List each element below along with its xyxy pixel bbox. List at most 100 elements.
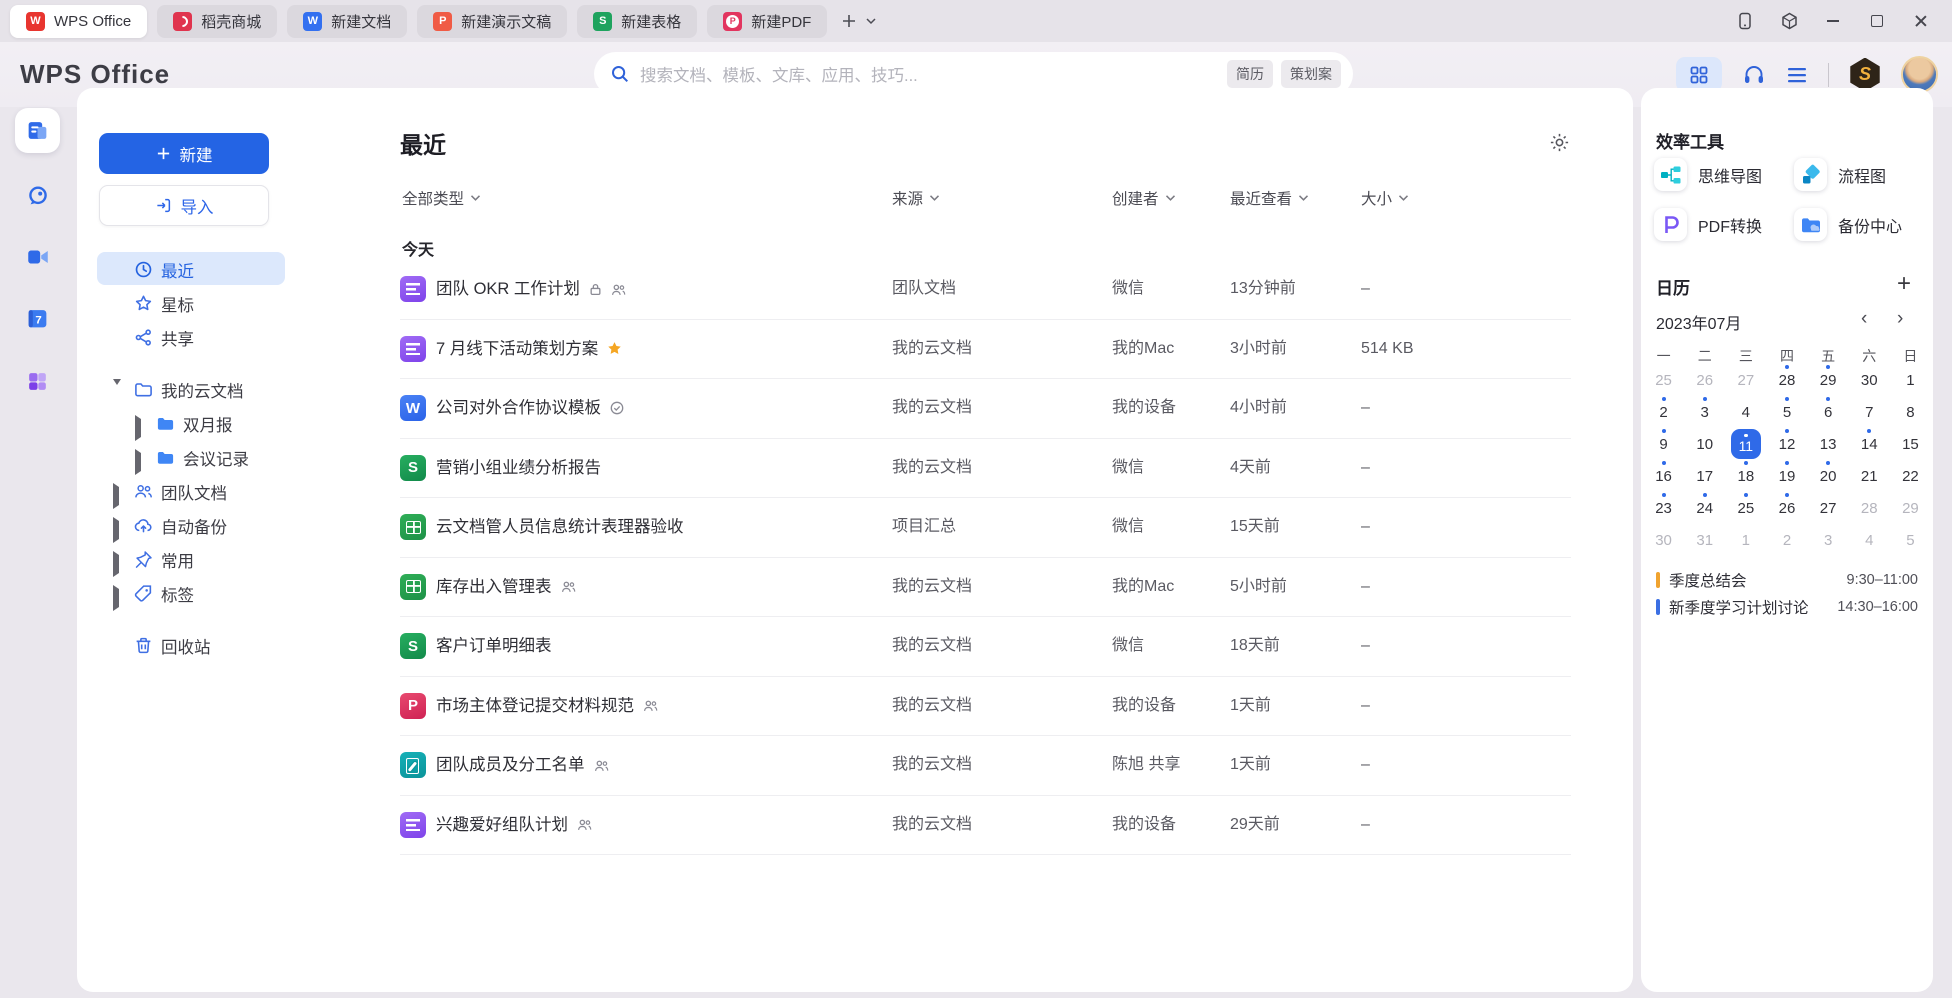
file-row[interactable]: S营销小组业绩分析报告我的云文档微信4天前– [400,439,1571,499]
tool-mindmap[interactable]: 思维导图 [1654,158,1762,191]
calendar-day[interactable]: 5 [1890,524,1931,556]
rail-documents[interactable] [15,108,60,153]
rail-calendar[interactable]: 7 [15,296,60,341]
calendar-day[interactable]: 30 [1849,364,1890,396]
calendar-day[interactable]: 4 [1849,524,1890,556]
calendar-day[interactable]: 27 [1725,364,1766,396]
calendar-day[interactable]: 24 [1684,492,1725,524]
file-row[interactable]: 兴趣爱好组队计划我的云文档我的设备29天前– [400,796,1571,856]
search-tag-plan[interactable]: 策划案 [1281,60,1341,88]
rail-chat[interactable] [15,173,60,218]
caret-right-icon[interactable] [113,555,119,574]
sidebar-item-trash[interactable]: 回收站 [97,628,285,661]
new-tab-button[interactable] [841,13,857,29]
sidebar-item-tree-4[interactable]: 自动备份 [97,508,285,541]
app-box-icon[interactable] [1780,12,1798,30]
calendar-day[interactable]: 31 [1684,524,1725,556]
sidebar-item-top-0[interactable]: 最近 [97,252,285,285]
sidebar-item-tree-5[interactable]: 常用 [97,542,285,575]
calendar-day[interactable]: 11 [1725,428,1766,460]
calendar-day[interactable]: 17 [1684,460,1725,492]
calendar-day[interactable]: 1 [1890,364,1931,396]
calendar-day[interactable]: 4 [1725,396,1766,428]
file-row[interactable]: 库存出入管理表我的云文档我的Mac5小时前– [400,558,1571,618]
calendar-day[interactable]: 15 [1890,428,1931,460]
tool-backup-center[interactable]: 备份中心 [1794,208,1902,241]
caret-right-icon[interactable] [113,589,119,608]
caret-down-icon[interactable] [113,385,121,404]
sidebar-item-tree-0[interactable]: 我的云文档 [97,372,285,405]
sidebar-item-top-2[interactable]: 共享 [97,320,285,353]
caret-right-icon[interactable] [135,453,141,472]
file-row[interactable]: S客户订单明细表我的云文档微信18天前– [400,617,1571,677]
tab-sheet[interactable]: S新建表格 [577,5,697,38]
calendar-day[interactable]: 18 [1725,460,1766,492]
calendar-day[interactable]: 19 [1766,460,1807,492]
calendar-event[interactable]: 季度总结会9:30–11:00 [1656,566,1918,593]
calendar-day[interactable]: 30 [1643,524,1684,556]
filter-1[interactable]: 来源 [892,187,940,209]
import-button[interactable]: 导入 [99,185,269,226]
tab-presentation[interactable]: P新建演示文稿 [417,5,567,38]
tab-docer[interactable]: 稻壳商城 [157,5,277,38]
filter-0[interactable]: 全部类型 [402,187,481,209]
calendar-day[interactable]: 16 [1643,460,1684,492]
calendar-day[interactable]: 25 [1643,364,1684,396]
sidebar-item-tree-6[interactable]: 标签 [97,576,285,609]
caret-right-icon[interactable] [113,487,119,506]
calendar-day[interactable]: 21 [1849,460,1890,492]
calendar-day[interactable]: 10 [1684,428,1725,460]
file-row[interactable]: W公司对外合作协议模板我的云文档我的设备4小时前– [400,379,1571,439]
svip-badge[interactable]: S [1849,58,1881,92]
file-row[interactable]: 云文档管人员信息统计表理器验收项目汇总微信15天前– [400,498,1571,558]
calendar-add-button[interactable]: + [1897,272,1911,296]
caret-right-icon[interactable] [113,521,119,540]
filter-4[interactable]: 大小 [1361,187,1409,209]
calendar-day[interactable]: 13 [1808,428,1849,460]
tab-wps[interactable]: WWPS Office [10,5,147,38]
calendar-day[interactable]: 29 [1890,492,1931,524]
tab-writer[interactable]: W新建文档 [287,5,407,38]
calendar-day[interactable]: 26 [1684,364,1725,396]
tool-flowchart[interactable]: 流程图 [1794,158,1886,191]
calendar-day[interactable]: 25 [1725,492,1766,524]
calendar-day[interactable]: 1 [1725,524,1766,556]
file-row[interactable]: P市场主体登记提交材料规范我的云文档我的设备1天前– [400,677,1571,737]
calendar-day[interactable]: 27 [1808,492,1849,524]
calendar-day[interactable]: 6 [1808,396,1849,428]
maximize-button[interactable] [1868,12,1886,30]
file-row[interactable]: 团队 OKR 工作计划团队文档微信13分钟前– [400,260,1571,320]
calendar-next-button[interactable]: › [1897,308,1903,330]
rail-apps[interactable] [15,359,60,404]
calendar-day[interactable]: 20 [1808,460,1849,492]
minimize-button[interactable] [1824,12,1842,30]
sidebar-item-tree-1[interactable]: 双月报 [97,406,285,439]
calendar-day[interactable]: 3 [1684,396,1725,428]
calendar-day[interactable]: 28 [1766,364,1807,396]
rail-meeting[interactable] [15,234,60,279]
calendar-event[interactable]: 新季度学习计划讨论14:30–16:00 [1656,593,1918,620]
close-button[interactable] [1912,12,1930,30]
calendar-day[interactable]: 3 [1808,524,1849,556]
calendar-day[interactable]: 5 [1766,396,1807,428]
support-button[interactable] [1742,63,1766,87]
new-document-button[interactable]: 新建 [99,133,269,174]
calendar-day[interactable]: 12 [1766,428,1807,460]
calendar-day[interactable]: 26 [1766,492,1807,524]
calendar-day[interactable]: 7 [1849,396,1890,428]
calendar-day[interactable]: 2 [1766,524,1807,556]
tab-pdf[interactable]: P新建PDF [707,5,827,38]
main-menu-button[interactable] [1786,66,1808,84]
sidebar-item-tree-2[interactable]: 会议记录 [97,440,285,473]
calendar-day[interactable]: 2 [1643,396,1684,428]
calendar-day[interactable]: 9 [1643,428,1684,460]
file-row[interactable]: 团队成员及分工名单我的云文档陈旭 共享1天前– [400,736,1571,796]
caret-right-icon[interactable] [135,419,141,438]
list-settings-button[interactable] [1549,132,1570,158]
calendar-day[interactable]: 28 [1849,492,1890,524]
mobile-link-icon[interactable] [1736,12,1754,30]
sidebar-item-top-1[interactable]: 星标 [97,286,285,319]
calendar-day[interactable]: 22 [1890,460,1931,492]
calendar-day[interactable]: 29 [1808,364,1849,396]
calendar-prev-button[interactable]: ‹ [1861,308,1867,330]
